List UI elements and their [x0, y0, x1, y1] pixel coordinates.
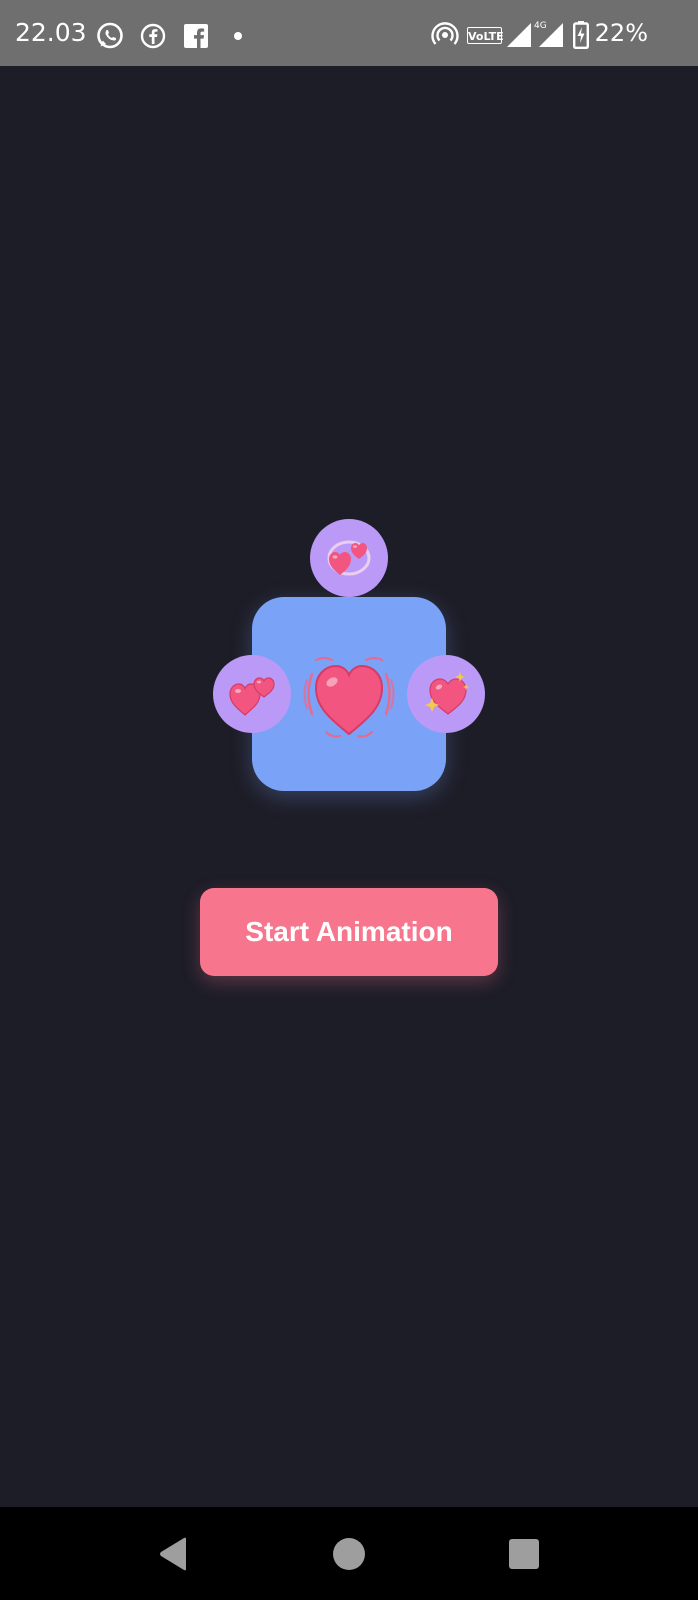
start-animation-button[interactable]: Start Animation — [200, 888, 498, 976]
sparkling-heart-icon — [425, 672, 469, 715]
volte-icon: VoLTE — [467, 27, 504, 44]
orbit-emoji-top — [310, 519, 388, 597]
two-hearts-icon — [229, 677, 275, 716]
orbit-emoji-left — [213, 655, 291, 733]
hotspot-icon — [431, 22, 459, 45]
battery-charging-icon — [573, 21, 589, 49]
status-time: 22.03 — [15, 18, 87, 47]
signal-4g-icon — [539, 23, 563, 47]
revolving-hearts-icon — [327, 540, 371, 576]
navigation-bar — [0, 1507, 698, 1600]
facebook-messenger-icon — [140, 23, 166, 49]
recents-icon[interactable] — [509, 1539, 539, 1569]
back-icon[interactable] — [158, 1537, 190, 1571]
facebook-icon — [184, 24, 208, 48]
home-icon[interactable] — [332, 1537, 366, 1571]
beating-heart-icon — [303, 656, 395, 738]
battery-percent: 22% — [594, 19, 648, 47]
orbit-emoji-right — [407, 655, 485, 733]
app-screen: 22.03 VoLTE 4G 22% Start Animation — [0, 0, 698, 1600]
status-bar: 22.03 VoLTE 4G 22% — [0, 0, 698, 66]
whatsapp-icon — [97, 22, 123, 49]
notification-dot-icon — [234, 32, 242, 40]
signal-icon — [507, 23, 531, 47]
